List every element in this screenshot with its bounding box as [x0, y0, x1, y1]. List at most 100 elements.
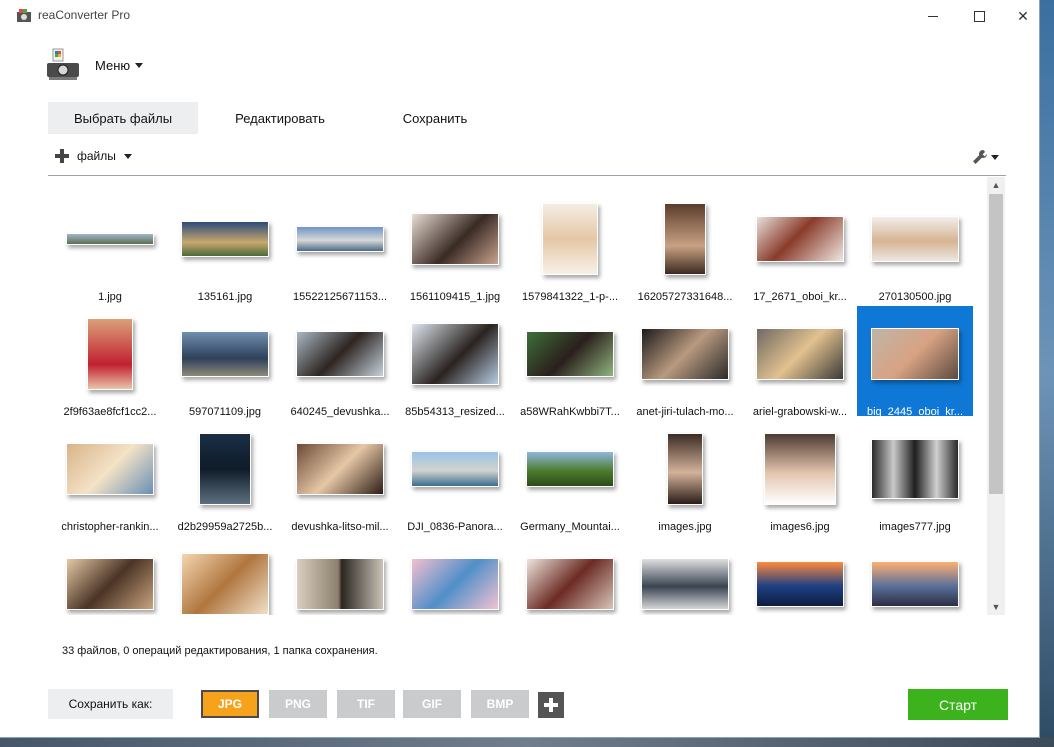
save-as-label: Сохранить как: — [48, 689, 173, 719]
file-thumbnail — [411, 558, 499, 610]
scroll-thumb[interactable] — [989, 194, 1003, 494]
file-item[interactable]: images777.jpg — [857, 421, 973, 533]
file-item[interactable] — [282, 536, 398, 615]
file-item[interactable]: 1.jpg — [52, 191, 168, 303]
file-thumbnail — [87, 318, 133, 390]
file-item[interactable]: 2f9f63ae8fcf1cc2... — [52, 306, 168, 418]
tab-save[interactable]: Сохранить — [370, 102, 500, 134]
scroll-up-button[interactable]: ▲ — [987, 177, 1005, 193]
file-item[interactable]: images6.jpg — [742, 421, 858, 533]
thumbnail-container — [282, 306, 398, 402]
file-name: 17_2671_oboi_kr... — [753, 291, 847, 303]
thumbnail-container — [52, 421, 168, 517]
file-name: big_2445_oboi_kr... — [866, 406, 964, 418]
format-png-button[interactable]: PNG — [269, 690, 327, 718]
file-item[interactable]: christopher-rankin... — [52, 421, 168, 533]
file-item[interactable] — [167, 536, 283, 615]
thumbnail-container — [627, 191, 743, 287]
format-gif-button[interactable]: GIF — [403, 690, 461, 718]
format-bmp-button[interactable]: BMP — [471, 690, 529, 718]
add-files-button[interactable]: файлы — [55, 149, 132, 163]
file-item[interactable]: 1561109415_1.jpg — [397, 191, 513, 303]
close-icon: ✕ — [1017, 7, 1029, 24]
maximize-button[interactable] — [956, 0, 1002, 32]
maximize-icon — [973, 10, 985, 22]
vertical-scrollbar[interactable]: ▲ ▼ — [987, 177, 1005, 615]
file-item[interactable] — [512, 536, 628, 615]
minimize-button[interactable] — [910, 0, 956, 32]
thumbnail-container — [397, 306, 513, 402]
title-bar[interactable]: reaConverter Pro ✕ — [0, 0, 1040, 32]
add-format-button[interactable] — [538, 692, 564, 718]
file-item[interactable]: images.jpg — [627, 421, 743, 533]
thumbnail-container — [282, 191, 398, 287]
file-item[interactable]: 15522125671153... — [282, 191, 398, 303]
thumbnail-container — [397, 421, 513, 517]
app-logo-icon — [47, 48, 79, 80]
file-item[interactable]: 640245_devushka... — [282, 306, 398, 418]
file-item[interactable]: 1579841322_1-p-... — [512, 191, 628, 303]
close-button[interactable]: ✕ — [1000, 0, 1046, 32]
file-item[interactable]: 597071109.jpg — [167, 306, 283, 418]
thumbnail-container — [627, 421, 743, 517]
thumbnail-container — [512, 421, 628, 517]
start-button[interactable]: Старт — [908, 689, 1008, 720]
file-thumbnail — [871, 561, 959, 607]
menu-button[interactable]: Меню — [95, 58, 144, 73]
file-item[interactable] — [857, 536, 973, 615]
file-name: images777.jpg — [879, 521, 951, 533]
file-item[interactable]: 270130500.jpg — [857, 191, 973, 303]
file-thumbnail — [296, 226, 384, 252]
file-item[interactable]: d2b29959a2725b... — [167, 421, 283, 533]
format-jpg-button[interactable]: JPG — [201, 690, 259, 718]
file-item[interactable]: 16205727331648... — [627, 191, 743, 303]
file-item[interactable] — [52, 536, 168, 615]
desktop-taskbar-edge — [0, 737, 1054, 747]
file-name: 2f9f63ae8fcf1cc2... — [63, 406, 157, 418]
file-thumbnail — [542, 203, 598, 275]
thumbnail-container — [742, 191, 858, 287]
chevron-down-icon: ▼ — [991, 602, 1001, 612]
file-item[interactable]: 17_2671_oboi_kr... — [742, 191, 858, 303]
file-item[interactable]: 135161.jpg — [167, 191, 283, 303]
thumbnail-container — [857, 536, 973, 615]
file-name: images6.jpg — [770, 521, 830, 533]
thumbnail-container — [512, 306, 628, 402]
file-thumbnail — [641, 558, 729, 610]
file-name: a58WRahKwbbi7T... — [520, 406, 620, 418]
file-item[interactable]: anet-jiri-tulach-mo... — [627, 306, 743, 418]
settings-button[interactable] — [972, 149, 999, 165]
file-name: d2b29959a2725b... — [177, 521, 273, 533]
file-item[interactable]: ariel-grabowski-w... — [742, 306, 858, 418]
file-item[interactable]: 85b54313_resized... — [397, 306, 513, 418]
file-item[interactable]: devushka-litso-mil... — [282, 421, 398, 533]
file-name: 1561109415_1.jpg — [409, 291, 501, 303]
tab-edit[interactable]: Редактировать — [210, 102, 350, 134]
toolbar-divider — [48, 175, 1006, 176]
file-item[interactable]: Germany_Mountai... — [512, 421, 628, 533]
file-item[interactable] — [627, 536, 743, 615]
file-item[interactable] — [397, 536, 513, 615]
thumbnail-container — [627, 306, 743, 402]
file-thumbnail — [66, 558, 154, 610]
file-name: 16205727331648... — [637, 291, 733, 303]
file-item[interactable]: a58WRahKwbbi7T... — [512, 306, 628, 418]
thumbnail-container — [167, 191, 283, 287]
tab-select-files[interactable]: Выбрать файлы — [48, 102, 198, 134]
thumbnail-container — [512, 536, 628, 615]
file-grid[interactable]: 1.jpg 135161.jpg 15522125671153... 15611094… — [48, 177, 986, 615]
scroll-down-button[interactable]: ▼ — [987, 599, 1005, 615]
thumbnail-container — [282, 536, 398, 615]
file-thumbnail — [526, 331, 614, 377]
file-item[interactable] — [742, 536, 858, 615]
app-icon — [17, 9, 31, 22]
file-item[interactable]: DJI_0836-Panora... — [397, 421, 513, 533]
format-tif-button[interactable]: TIF — [337, 690, 395, 718]
status-text: 33 файлов, 0 операций редактирования, 1 … — [62, 645, 378, 657]
file-item[interactable]: big_2445_oboi_kr... — [857, 306, 973, 418]
thumbnail-container — [742, 421, 858, 517]
menu-label: Меню — [95, 58, 131, 73]
file-name: 1.jpg — [98, 291, 122, 303]
thumbnail-container — [167, 536, 283, 615]
wrench-icon — [973, 150, 987, 164]
